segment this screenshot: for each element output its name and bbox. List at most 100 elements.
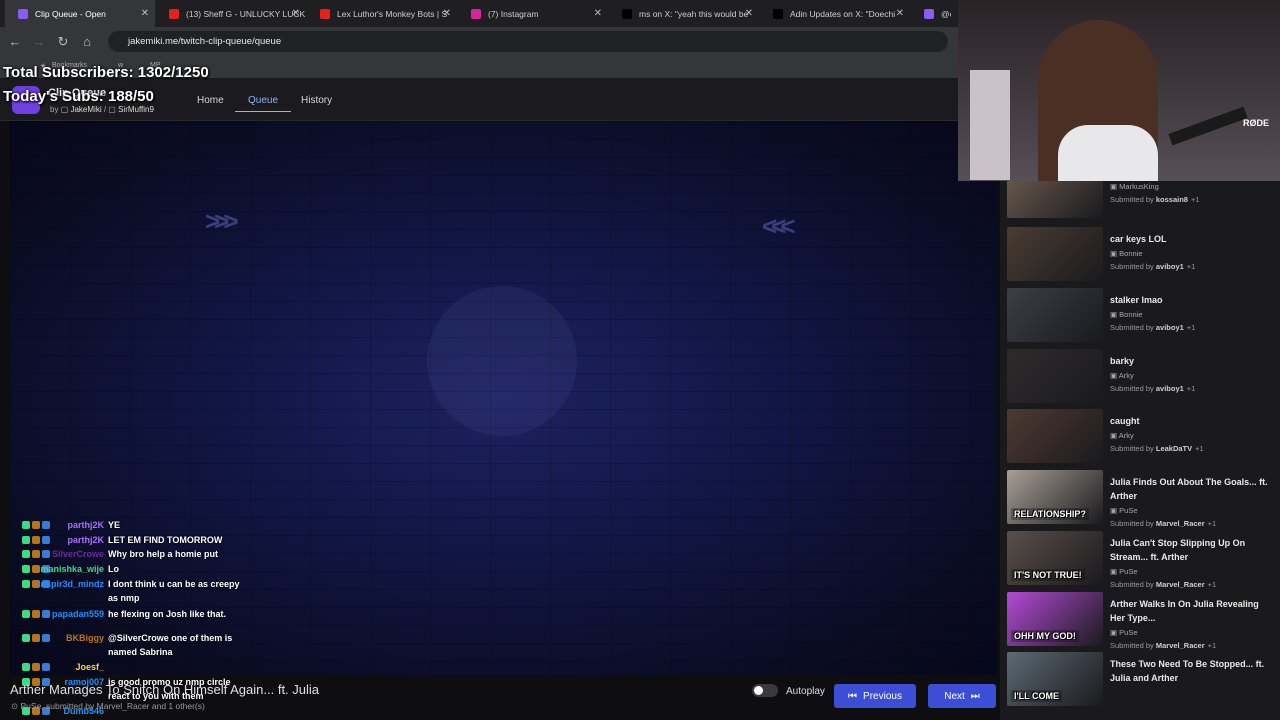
- previous-label: Previous: [863, 690, 902, 702]
- submitter-extra: +1: [1207, 519, 1217, 528]
- clip-thumbnail[interactable]: [1007, 181, 1103, 218]
- badge-icon: [22, 536, 30, 544]
- submitter-extra: +1: [1186, 323, 1196, 332]
- nav-home[interactable]: Home: [197, 95, 224, 106]
- author-name: PuSe: [1119, 628, 1138, 637]
- previous-button[interactable]: ⏮ Previous: [834, 684, 916, 708]
- clip-thumbnail[interactable]: [1007, 288, 1103, 342]
- clip-title[interactable]: barky: [1110, 354, 1268, 368]
- clip-thumbnail[interactable]: IT'S NOT TRUE!: [1007, 531, 1103, 585]
- submitter-extra: +1: [1186, 262, 1196, 271]
- play-icon: ⊙: [11, 701, 19, 711]
- channel-icon: ▣: [1110, 371, 1119, 380]
- next-button[interactable]: Next ⏭: [928, 684, 996, 708]
- url-input[interactable]: jakemiki.me/twitch-clip-queue/queue: [108, 31, 948, 52]
- clip-thumbnail[interactable]: [1007, 349, 1103, 403]
- submitter-name: kossain8: [1155, 195, 1188, 204]
- clip-queue-list: ▣ MarkusKing Submitted by kossain8 +1 car k…: [1000, 181, 1280, 720]
- chat-badges: [22, 634, 50, 642]
- chat-username[interactable]: Joesf_: [75, 662, 104, 672]
- chevron-right-icon: >>>: [205, 206, 238, 236]
- queue-item[interactable]: caught ▣ Arky Submitted by LeakDaTV +1: [1007, 409, 1275, 465]
- mic-arm: [1168, 106, 1248, 146]
- badge-icon: [22, 580, 30, 588]
- nav-history[interactable]: History: [301, 95, 332, 106]
- queue-item[interactable]: stalker lmao ▣ Bonnie Submitted by aviboy1…: [1007, 288, 1275, 344]
- chat-username[interactable]: parthj2K: [67, 535, 104, 545]
- browser-tab[interactable]: Clip Queue - Open ✕: [5, 0, 155, 27]
- mic-brand: RØDE: [1243, 118, 1270, 128]
- browser-tab[interactable]: (13) Sheff G - UNLUCKY LUCK ✕: [156, 0, 306, 27]
- clip-title[interactable]: caught: [1110, 414, 1268, 428]
- submitter-name: Marvel_Racer: [1155, 580, 1205, 589]
- close-icon[interactable]: ✕: [292, 8, 300, 19]
- chat-username[interactable]: BKBiggy: [66, 633, 104, 643]
- clip-submitter-line: Submitted by aviboy1 +1: [1110, 323, 1196, 332]
- thumbnail-caption: I'LL COME: [1011, 690, 1062, 702]
- clip-title[interactable]: Julia Can't Stop Slipping Up On Stream..…: [1110, 536, 1268, 564]
- clip-thumbnail[interactable]: I'LL COME: [1007, 652, 1103, 706]
- close-icon[interactable]: ✕: [594, 8, 602, 19]
- submitter-extra: +1: [1190, 195, 1200, 204]
- browser-tab[interactable]: (7) Instagram ✕: [458, 0, 608, 27]
- badge-icon: [42, 550, 50, 558]
- channel-icon: ▣: [1110, 310, 1120, 319]
- chat-username[interactable]: manishka_wije: [40, 564, 104, 574]
- queue-item[interactable]: I'LL COME These Two Need To Be Stopped...…: [1007, 652, 1275, 708]
- submitter-name: aviboy1: [1155, 262, 1184, 271]
- chat-username[interactable]: papadan559: [52, 609, 104, 619]
- browser-tab[interactable]: @c: [911, 0, 951, 27]
- clip-title[interactable]: stalker lmao: [1110, 293, 1268, 307]
- clip-title[interactable]: Julia Finds Out About The Goals... ft. A…: [1110, 475, 1268, 503]
- badge-icon: [32, 634, 40, 642]
- chat-text: I dont think u can be as creepy: [108, 579, 240, 589]
- queue-item[interactable]: IT'S NOT TRUE! Julia Can't Stop Slipping …: [1007, 531, 1275, 589]
- back-icon[interactable]: ←: [7, 34, 23, 49]
- close-icon[interactable]: ✕: [141, 8, 149, 19]
- clip-thumbnail[interactable]: [1007, 227, 1103, 281]
- tab-favicon-icon: [18, 8, 28, 19]
- clip-title[interactable]: car keys LOL: [1110, 232, 1268, 246]
- browser-tab[interactable]: Adin Updates on X: "Doechi ✕: [760, 0, 910, 27]
- clip-thumbnail[interactable]: OHH MY GOD!: [1007, 592, 1103, 646]
- badge-icon: [22, 521, 30, 529]
- chat-username[interactable]: SilverCrowe: [52, 549, 104, 559]
- clip-thumbnail[interactable]: RELATIONSHIP?: [1007, 470, 1103, 524]
- forward-icon[interactable]: →: [31, 34, 47, 49]
- queue-item[interactable]: OHH MY GOD! Arther Walks In On Julia Reve…: [1007, 592, 1275, 650]
- clip-title[interactable]: Arther Walks In On Julia Revealing Her T…: [1110, 597, 1268, 625]
- author-link[interactable]: SirMuffin9: [118, 105, 154, 114]
- browser-tab[interactable]: ms on X: "yeah this would be ✕: [609, 0, 759, 27]
- submitter-extra: +1: [1207, 580, 1217, 589]
- badge-icon: [22, 610, 30, 618]
- close-icon[interactable]: ✕: [896, 8, 904, 19]
- author-link[interactable]: JakeMiki: [70, 105, 101, 114]
- nav-queue[interactable]: Queue: [235, 95, 292, 112]
- home-icon[interactable]: ⌂: [79, 34, 95, 49]
- tab-favicon-icon: [320, 8, 330, 19]
- clip-author: ▣ MarkusKing: [1110, 182, 1159, 191]
- by-text: by: [50, 105, 59, 114]
- chat-username[interactable]: inspir3d_mindz: [38, 579, 104, 589]
- queue-item[interactable]: RELATIONSHIP? Julia Finds Out About The G…: [1007, 470, 1275, 528]
- queue-item[interactable]: car keys LOL ▣ Bonnie Submitted by aviboy1…: [1007, 227, 1275, 283]
- reload-icon[interactable]: ↻: [55, 34, 71, 50]
- clip-thumbnail[interactable]: [1007, 409, 1103, 463]
- clip-submitter-line: Submitted by aviboy1 +1: [1110, 262, 1196, 271]
- chat-text: as nmp: [108, 593, 140, 603]
- chat-text: he flexing on Josh like that.: [108, 609, 227, 619]
- clip-author: ▣ Bonnie: [1110, 249, 1143, 258]
- browser-tab[interactable]: Lex Luthor's Monkey Bots | S ✕: [307, 0, 457, 27]
- queue-item[interactable]: barky ▣ Arky Submitted by aviboy1 +1: [1007, 349, 1275, 405]
- chat-username[interactable]: parthj2K: [67, 520, 104, 530]
- author-name: Bonnie: [1119, 310, 1143, 319]
- clip-title[interactable]: These Two Need To Be Stopped... ft. Juli…: [1110, 657, 1268, 685]
- twitch-icon: ▢: [108, 105, 116, 114]
- clip-author: ▣ PuSe: [1110, 567, 1138, 576]
- autoplay-toggle[interactable]: [752, 684, 778, 697]
- close-icon[interactable]: ✕: [745, 8, 753, 19]
- badge-icon: [22, 663, 30, 671]
- tab-label: Adin Updates on X: "Doechi: [790, 8, 896, 19]
- chat-badges: [22, 550, 50, 558]
- close-icon[interactable]: ✕: [443, 8, 451, 19]
